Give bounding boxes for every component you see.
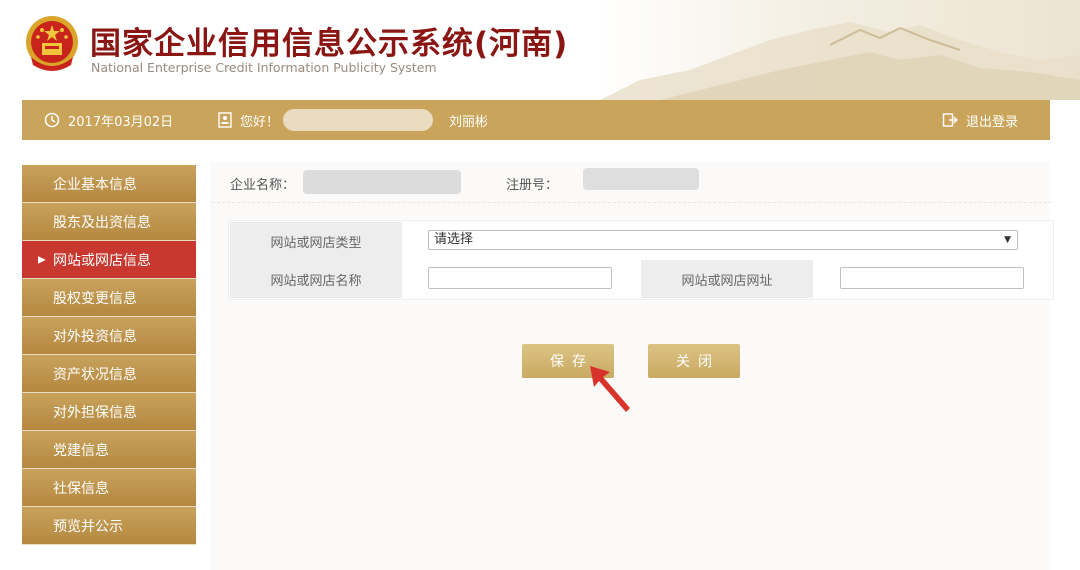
website-url-label: 网站或网店网址 xyxy=(641,260,813,298)
sidebar-item-party[interactable]: 党建信息 xyxy=(22,431,196,469)
mountain-background xyxy=(600,22,1080,100)
user-name: 刘丽彬 xyxy=(449,114,489,130)
clock-icon xyxy=(44,112,60,128)
redacted-reg-number xyxy=(583,168,699,190)
close-button[interactable]: 关闭 xyxy=(648,344,740,378)
reg-number-label: 注册号： xyxy=(506,178,559,193)
national-emblem-icon xyxy=(26,16,78,71)
redacted-company xyxy=(283,109,434,131)
user-bar: 2017年03月02日 您好！ 刘丽彬 退出登录 xyxy=(22,100,1050,140)
id-card-icon xyxy=(218,112,232,128)
website-type-select[interactable]: 请选择 ▼ xyxy=(428,230,1018,250)
website-name-label: 网站或网店名称 xyxy=(230,260,402,298)
divider xyxy=(212,202,1052,203)
date-display: 2017年03月02日 xyxy=(44,100,173,140)
website-type-label: 网站或网店类型 xyxy=(230,222,402,260)
sidebar-item-preview-publish[interactable]: 预览并公示 xyxy=(22,507,196,545)
sidebar-item-website-info[interactable]: ▶ 网站或网店信息 xyxy=(22,241,196,279)
sidebar-item-social-security[interactable]: 社保信息 xyxy=(22,469,196,507)
sidebar-item-guarantee[interactable]: 对外担保信息 xyxy=(22,393,196,431)
active-arrow-icon: ▶ xyxy=(38,254,46,265)
logout-label: 退出登录 xyxy=(966,114,1019,130)
logout-icon xyxy=(942,113,958,127)
sidebar-nav: 企业基本信息 股东及出资信息 ▶ 网站或网店信息 股权变更信息 对外投资信息 资产… xyxy=(22,165,196,545)
website-url-input[interactable] xyxy=(840,267,1024,289)
logout-button[interactable]: 退出登录 xyxy=(942,100,1018,140)
website-name-input[interactable] xyxy=(428,267,612,289)
sidebar-item-basic-info[interactable]: 企业基本信息 xyxy=(22,165,196,203)
date-text: 2017年03月02日 xyxy=(68,114,174,130)
pointer-arrow-icon xyxy=(590,366,630,412)
website-type-value: 请选择 xyxy=(434,232,474,247)
site-header: 国家企业信用信息公示系统(河南) National Enterprise Cre… xyxy=(0,0,1080,100)
sidebar-item-equity-change[interactable]: 股权变更信息 xyxy=(22,279,196,317)
sidebar-item-assets[interactable]: 资产状况信息 xyxy=(22,355,196,393)
redacted-company-name xyxy=(303,170,461,194)
user-greeting: 您好！ 刘丽彬 xyxy=(218,100,488,140)
site-subtitle: National Enterprise Credit Information P… xyxy=(91,60,437,75)
greeting-text: 您好！ xyxy=(240,114,280,130)
sidebar-item-investment[interactable]: 对外投资信息 xyxy=(22,317,196,355)
site-title: 国家企业信用信息公示系统(河南) xyxy=(90,26,569,62)
dropdown-caret-icon: ▼ xyxy=(1004,235,1011,245)
sidebar-item-shareholders[interactable]: 股东及出资信息 xyxy=(22,203,196,241)
company-name-label: 企业名称： xyxy=(230,178,296,193)
